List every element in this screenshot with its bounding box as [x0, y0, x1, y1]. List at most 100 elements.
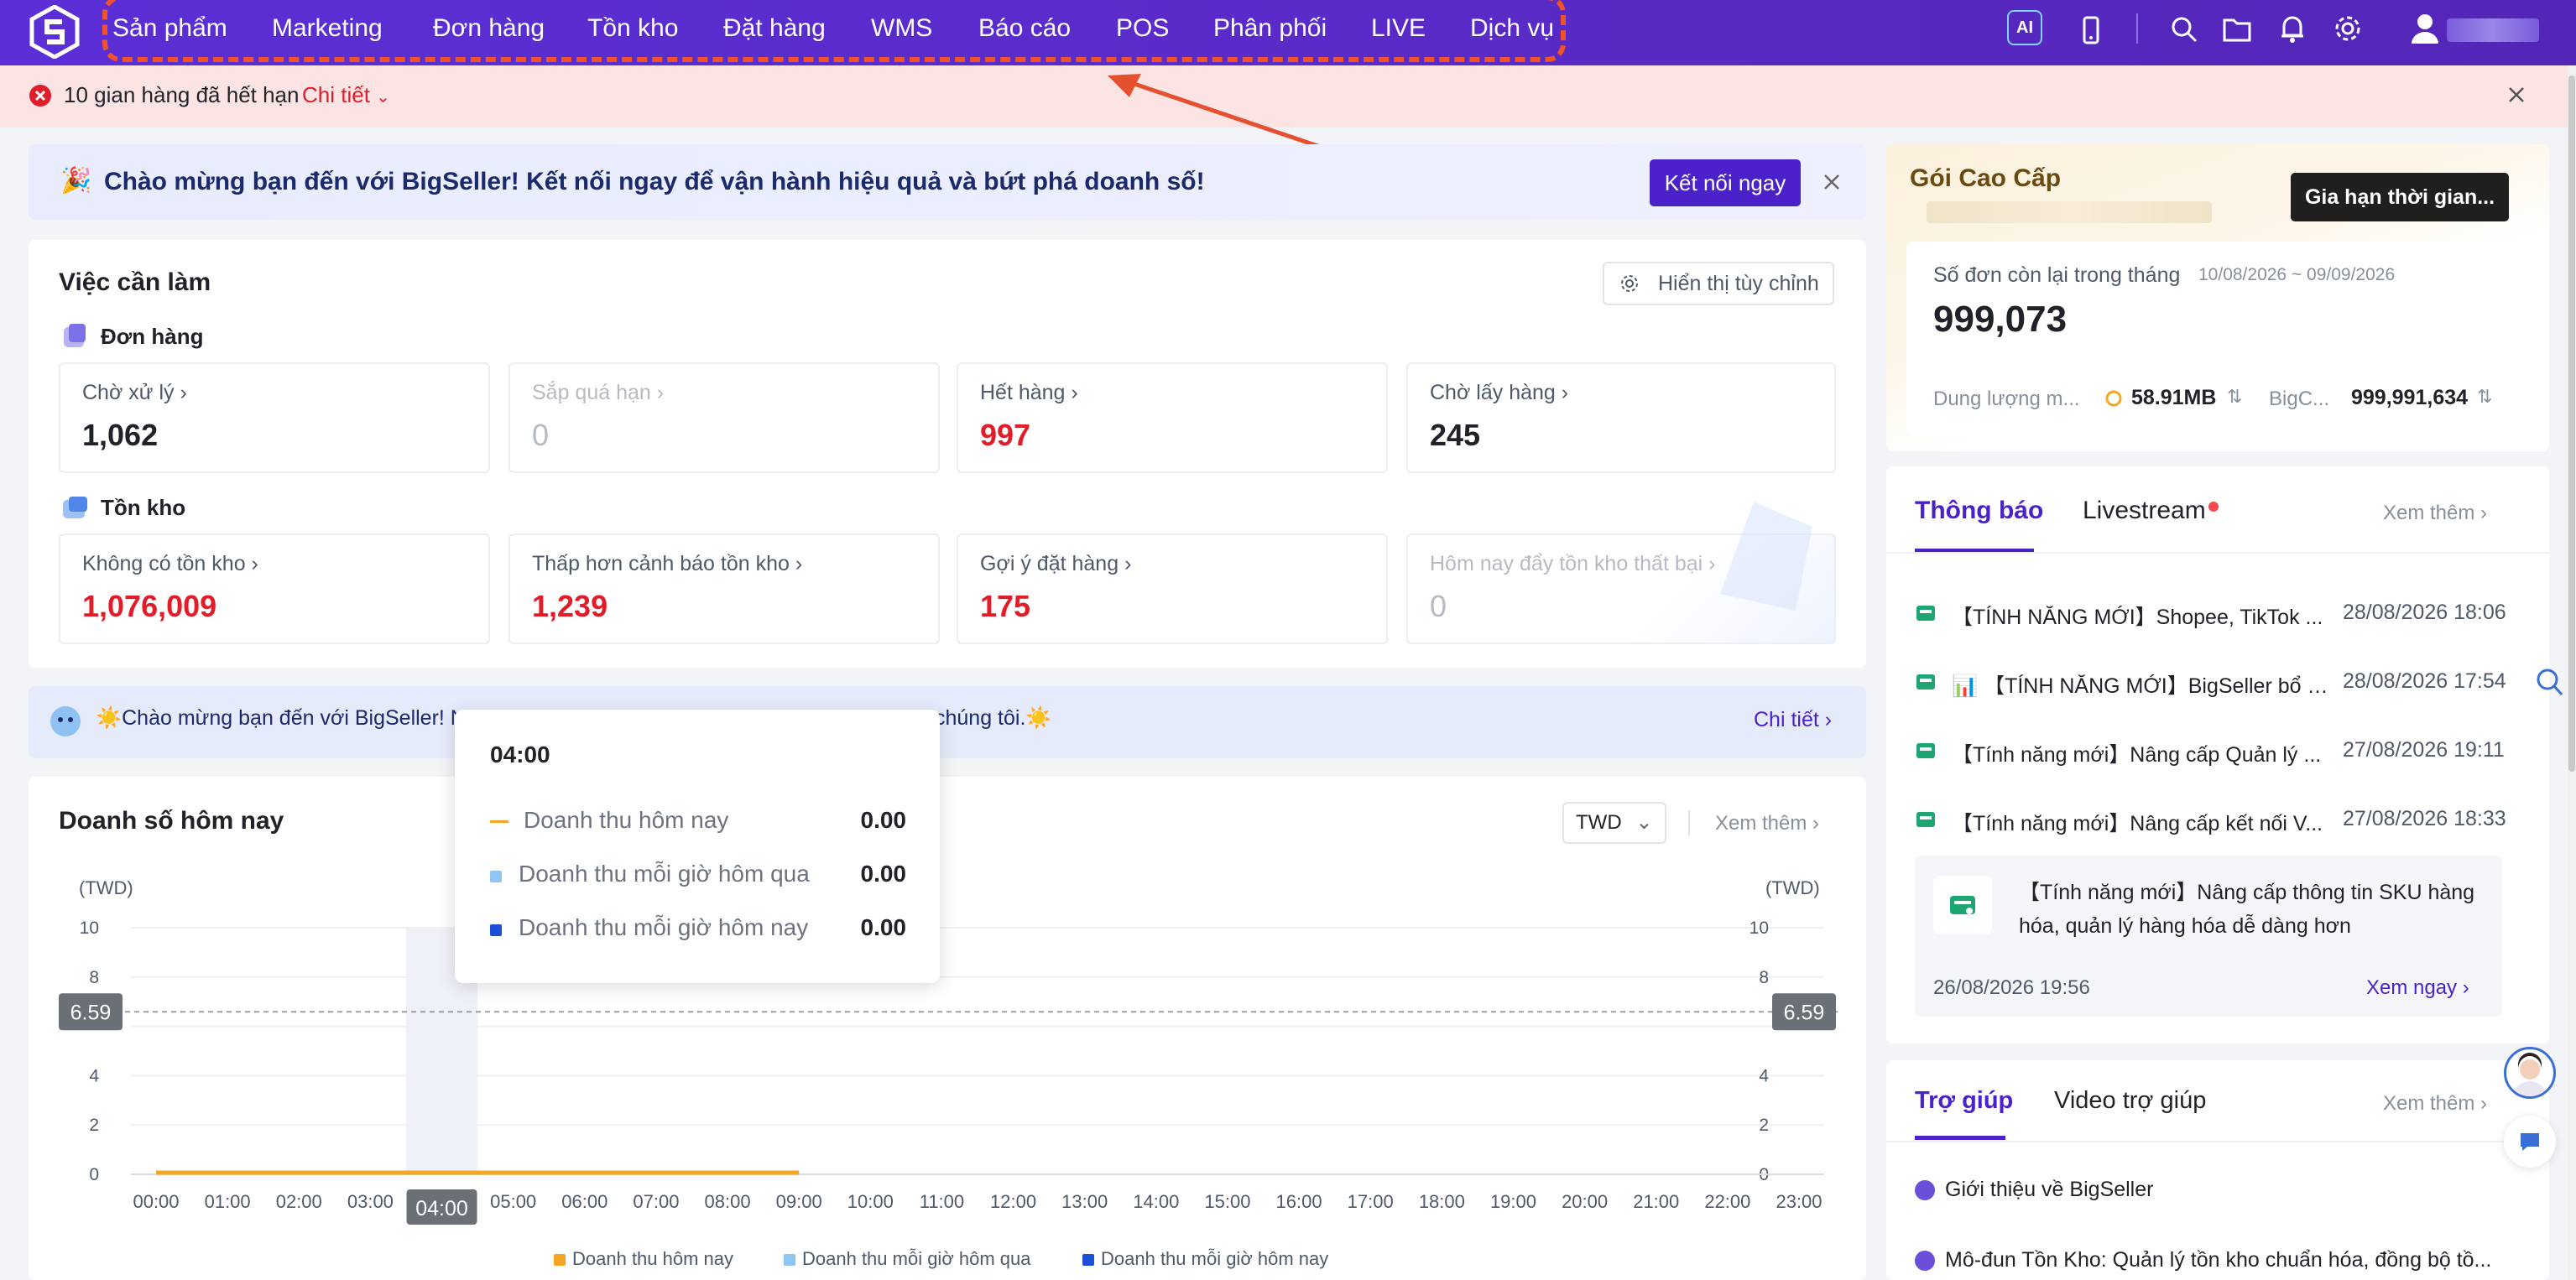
view-now-link[interactable]: Xem ngay ›: [2366, 976, 2469, 1000]
coin-icon: [2105, 390, 2122, 407]
tooltip-swatch: [490, 924, 502, 936]
y-tick-label-left: 0: [89, 1165, 99, 1184]
tab-help[interactable]: Trợ giúp: [1915, 1087, 2013, 1115]
news-item-title: 【Tính năng mới】Nâng cấp Quản lý ...: [1952, 743, 2322, 767]
announcement-icon: [1916, 674, 1935, 689]
tab-help-videos[interactable]: Video trợ giúp: [2054, 1087, 2206, 1115]
view-now-label: Xem ngay: [2366, 976, 2458, 999]
y-tick-label-left: 10: [80, 918, 99, 938]
tooltip-value: 0.00: [860, 861, 907, 887]
legend-yesterday-hourly[interactable]: Doanh thu mỗi giờ hôm qua: [784, 1248, 1030, 1270]
featured-news-title: 【Tính năng mới】Nâng cấp thông tin SKU hà…: [2019, 881, 2475, 938]
y-tick-label-right: 10: [1749, 918, 1769, 938]
sku-icon: [1950, 896, 1975, 914]
x-tick-label: 07:00: [633, 1191, 679, 1212]
orders-left-value: 999,073: [1933, 299, 2068, 340]
news-item[interactable]: 【TÍNH NĂNG MỚI】Shopee, TikTok ... 28/08/…: [1915, 597, 2506, 631]
x-tick-label: 06:00: [561, 1191, 607, 1212]
x-tick-label: 05:00: [490, 1191, 536, 1212]
legend-label: Doanh thu mỗi giờ hôm qua: [802, 1248, 1031, 1269]
agent-avatar-icon: [2513, 1053, 2547, 1096]
bigc-label: BigC...: [2269, 388, 2330, 410]
legend-swatch: [554, 1254, 566, 1267]
help-item-label: Giới thiệu về BigSeller: [1945, 1178, 2154, 1201]
legend-label: Doanh thu hôm nay: [572, 1248, 734, 1269]
x-tick-label: 20:00: [1562, 1191, 1608, 1212]
tooltip-swatch: [490, 871, 502, 882]
news-item[interactable]: 【Tính năng mới】Nâng cấp Quản lý ... 27/0…: [1915, 735, 2505, 768]
tooltip-line-swatch: [490, 820, 508, 823]
announcement-icon: [1916, 743, 1935, 758]
x-tick-label: 16:00: [1276, 1191, 1322, 1212]
x-tick-label: 00:00: [133, 1191, 179, 1212]
y-tick-label-left: 8: [89, 968, 99, 987]
news-item-date: 28/08/2026 18:06: [2343, 601, 2506, 624]
tooltip-value: 0.00: [860, 807, 907, 833]
storage-label: Dung lượng m...: [1933, 388, 2080, 410]
tooltip-time: 04:00: [490, 741, 550, 767]
legend-swatch: [1082, 1254, 1094, 1267]
help-more-link[interactable]: Xem thêm ›: [2383, 1092, 2487, 1116]
legend-today-hourly[interactable]: Doanh thu mỗi giờ hôm nay: [1082, 1248, 1328, 1270]
x-tick-label: 22:00: [1704, 1191, 1750, 1212]
y-tick-label-right: 8: [1759, 968, 1769, 987]
x-tick-label: 11:00: [920, 1191, 964, 1212]
tooltip-label: Doanh thu hôm nay: [524, 807, 729, 833]
chat-button[interactable]: [2504, 1116, 2556, 1168]
sort-icon[interactable]: ⇅: [2477, 386, 2492, 408]
y-tick-label-left: 2: [89, 1116, 99, 1135]
new-badge-dot: [2208, 502, 2219, 512]
news-item[interactable]: 📊 【TÍNH NĂNG MỚI】BigSeller bổ su... 28/0…: [1915, 666, 2506, 700]
news-item[interactable]: 【Tính năng mới】Nâng cấp kết nối V... 27/…: [1915, 804, 2506, 837]
tooltip-row: Doanh thu hôm nay 0.00: [490, 807, 906, 837]
question-icon: [1915, 1251, 1935, 1272]
help-item-label: Mô-đun Tồn Kho: Quản lý tồn kho chuẩn hó…: [1945, 1248, 2492, 1272]
x-tick-label: 10:00: [847, 1191, 894, 1212]
x-tick-label: 23:00: [1776, 1191, 1822, 1212]
x-tick-label: 03:00: [347, 1191, 394, 1212]
scrollbar-thumb[interactable]: [2568, 75, 2575, 772]
news-item-title: 📊 【TÍNH NĂNG MỚI】BigSeller bổ su...: [1952, 674, 2329, 698]
x-tick-label: 02:00: [276, 1191, 322, 1212]
support-agent-avatar[interactable]: [2504, 1047, 2556, 1099]
extend-time-button[interactable]: Gia hạn thời gian...: [2291, 173, 2509, 221]
sort-icon[interactable]: ⇅: [2227, 386, 2242, 408]
news-item-date: 27/08/2026 19:11: [2343, 738, 2505, 762]
news-item-title: 【TÍNH NĂNG MỚI】Shopee, TikTok ...: [1952, 606, 2323, 629]
legend-label: Doanh thu mỗi giờ hôm nay: [1101, 1248, 1329, 1269]
tooltip-row: Doanh thu mỗi giờ hôm qua 0.00: [490, 861, 906, 891]
help-item[interactable]: Giới thiệu về BigSeller: [1915, 1178, 2153, 1202]
help-item[interactable]: Mô-đun Tồn Kho: Quản lý tồn kho chuẩn hó…: [1915, 1248, 2502, 1272]
x-tick-label-highlight: 04:00: [415, 1197, 468, 1220]
x-tick-label: 15:00: [1204, 1191, 1250, 1212]
tab-announcements[interactable]: Thông báo: [1915, 497, 2043, 525]
billing-period: 10/08/2026 ~ 09/09/2026: [2198, 265, 2396, 284]
divider: [1886, 1141, 2549, 1142]
x-tick-label: 21:00: [1633, 1191, 1679, 1212]
x-tick-label: 14:00: [1133, 1191, 1179, 1212]
tab-active-indicator: [1915, 1136, 2005, 1140]
tab-livestream[interactable]: Livestream: [2083, 497, 2206, 525]
news-more-link[interactable]: Xem thêm ›: [2383, 502, 2487, 525]
y-tick-label-right: 2: [1759, 1116, 1769, 1135]
orders-left-label: Số đơn còn lại trong tháng: [1933, 263, 2181, 287]
x-tick-label: 12:00: [990, 1191, 1036, 1212]
legend-swatch: [784, 1254, 795, 1267]
divider: [1886, 552, 2549, 554]
premium-title: Gói Cao Cấp: [1910, 164, 2062, 192]
floating-search-icon[interactable]: [2534, 666, 2564, 700]
news-more-label: Xem thêm: [2383, 502, 2475, 524]
storage-value: 58.91MB: [2131, 386, 2217, 409]
y-tick-label-left: 4: [89, 1066, 99, 1085]
featured-news-date: 26/08/2026 19:56: [1933, 976, 2090, 999]
news-item-date: 28/08/2026 17:54: [2343, 669, 2506, 693]
announcement-icon: [1916, 606, 1935, 621]
x-tick-label: 09:00: [776, 1191, 822, 1212]
x-tick-label: 13:00: [1061, 1191, 1108, 1212]
help-more-label: Xem thêm: [2383, 1092, 2475, 1115]
legend-today-revenue[interactable]: Doanh thu hôm nay: [554, 1248, 733, 1270]
reference-label-left: 6.59: [70, 1001, 112, 1024]
tooltip-value: 0.00: [860, 914, 907, 940]
x-tick-label: 08:00: [705, 1191, 751, 1212]
tooltip-row: Doanh thu mỗi giờ hôm nay 0.00: [490, 914, 906, 944]
